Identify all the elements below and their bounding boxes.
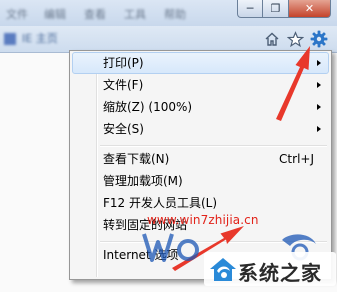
menu-item-manage-addons[interactable]: 管理加载项(M) [72, 170, 329, 192]
menu-item-view-downloads[interactable]: 查看下载(N) Ctrl+J [72, 148, 329, 170]
minimize-button[interactable]: ─ [237, 0, 263, 18]
menu-tools[interactable]: 工具 [124, 6, 146, 22]
restore-button[interactable]: ❐ [263, 0, 289, 18]
browser-tab[interactable]: IE 主页 [4, 30, 84, 46]
close-button[interactable]: ✕ [289, 0, 331, 18]
menu-item-print[interactable]: 打印(P) [72, 52, 329, 74]
watermark-url: www.win7zhijia.cn [147, 213, 259, 227]
menu-separator [100, 145, 327, 147]
watermark-logo: 系统之家 [204, 252, 336, 286]
menu-item-label: 缩放(Z) (100%) [103, 100, 193, 114]
favorites-star-icon[interactable] [285, 29, 305, 49]
ie-icon [4, 33, 16, 45]
window-controls: ─ ❐ ✕ [237, 0, 331, 19]
menu-bar: 文件 编辑 查看 工具 帮助 [0, 3, 220, 21]
home-icon[interactable] [262, 29, 282, 49]
tab-title: IE 主页 [22, 32, 58, 45]
menu-item-label: F12 开发人员工具(L) [103, 196, 218, 210]
menu-item-shortcut: Ctrl+J [279, 152, 314, 166]
tools-gear-icon[interactable] [309, 29, 329, 49]
menu-item-label: 文件(F) [103, 78, 144, 92]
menu-item-file[interactable]: 文件(F) [72, 74, 329, 96]
menu-item-f12-developer-tools[interactable]: F12 开发人员工具(L) [72, 192, 329, 214]
menu-item-zoom[interactable]: 缩放(Z) (100%) [72, 96, 329, 118]
menu-file[interactable]: 文件 [6, 6, 28, 22]
title-bar: 文件 编辑 查看 工具 帮助 ─ ❐ ✕ [0, 0, 337, 26]
submenu-arrow-icon [317, 82, 321, 88]
menu-edit[interactable]: 编辑 [44, 6, 66, 22]
menu-item-label: 安全(S) [103, 122, 144, 136]
submenu-arrow-icon [317, 126, 321, 132]
submenu-arrow-icon [317, 60, 321, 66]
menu-item-label: 打印(P) [103, 56, 144, 70]
menu-view[interactable]: 查看 [84, 6, 106, 22]
menu-help[interactable]: 帮助 [164, 6, 186, 22]
menu-item-safety[interactable]: 安全(S) [72, 118, 329, 140]
menu-item-label: 管理加载项(M) [103, 174, 183, 188]
menu-item-label: 查看下载(N) [103, 152, 170, 166]
submenu-arrow-icon [317, 104, 321, 110]
house-logo-icon [210, 258, 236, 281]
watermark-logo-text: 系统之家 [238, 261, 322, 285]
